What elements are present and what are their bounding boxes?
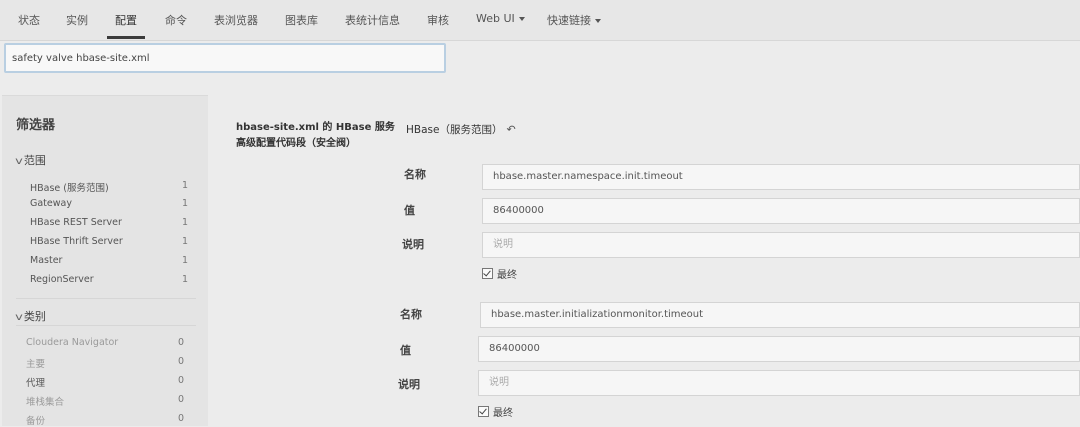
filter-item-count: 0 bbox=[177, 337, 184, 348]
checkbox-checked-icon bbox=[482, 268, 493, 279]
final-checkbox[interactable]: 最终 bbox=[478, 404, 513, 419]
filter-item-count: 0 bbox=[177, 356, 184, 367]
filter-item-cloudera-navigator[interactable]: Cloudera Navigator 0 bbox=[26, 337, 184, 348]
filter-item-label: HBase Thrift Server bbox=[30, 236, 123, 247]
filter-item-regionserver[interactable]: RegionServer 1 bbox=[30, 274, 188, 285]
chevron-down-icon: v bbox=[15, 312, 23, 323]
name-field[interactable]: hbase.master.namespace.init.timeout bbox=[482, 164, 1080, 190]
tab-table-statistics[interactable]: 表统计信息 bbox=[345, 12, 400, 32]
tab-status[interactable]: 状态 bbox=[18, 12, 40, 32]
tab-configuration[interactable]: 配置 bbox=[107, 12, 145, 39]
tab-commands[interactable]: 命令 bbox=[165, 12, 187, 32]
tab-audits[interactable]: 审核 bbox=[427, 12, 449, 32]
filter-group-label: 类别 bbox=[23, 310, 46, 323]
filter-item-label: RegionServer bbox=[30, 274, 94, 285]
final-label: 最终 bbox=[497, 270, 517, 281]
filter-item-count: 1 bbox=[181, 180, 188, 191]
filter-item-label: HBase REST Server bbox=[30, 217, 122, 228]
filter-item-proxy[interactable]: 代理 0 bbox=[26, 375, 184, 389]
filter-item-label: 备份 bbox=[26, 416, 46, 427]
filter-item-label: 主要 bbox=[26, 359, 46, 370]
value-field[interactable]: 86400000 bbox=[478, 336, 1080, 362]
filter-item-label: Master bbox=[30, 255, 63, 266]
name-label: 名称 bbox=[404, 168, 426, 181]
chevron-down-icon: v bbox=[15, 156, 23, 167]
value-label: 值 bbox=[404, 204, 415, 217]
config-property-title: hbase-site.xml 的 HBase 服务高级配置代码段（安全阀） bbox=[236, 122, 395, 149]
description-label: 说明 bbox=[398, 378, 420, 391]
filter-item-master[interactable]: Master 1 bbox=[30, 255, 188, 266]
filter-group-category[interactable]: v类别 bbox=[15, 308, 46, 324]
filter-group-scope[interactable]: v范围 bbox=[15, 152, 46, 168]
filter-item-label: 代理 bbox=[26, 378, 46, 389]
search-input[interactable] bbox=[4, 43, 446, 73]
filter-item-label: Gateway bbox=[30, 198, 72, 209]
value-label: 值 bbox=[400, 344, 411, 357]
filter-item-count: 1 bbox=[181, 236, 188, 247]
filter-item-hbase-service[interactable]: HBase (服务范围) 1 bbox=[30, 180, 188, 194]
description-label: 说明 bbox=[402, 238, 424, 251]
filter-item-label: 堆栈集合 bbox=[26, 397, 65, 408]
filter-item-count: 1 bbox=[181, 255, 188, 266]
filter-item-hbase-rest-server[interactable]: HBase REST Server 1 bbox=[30, 217, 188, 228]
description-field[interactable]: 说明 bbox=[478, 370, 1080, 396]
filter-item-count: 0 bbox=[177, 394, 184, 405]
filter-item-label: HBase (服务范围) bbox=[30, 183, 109, 194]
scope-label: HBase（服务范围） bbox=[406, 124, 503, 136]
filters-sidebar: 筛选器 v范围 HBase (服务范围) 1 Gateway 1 HBase RES… bbox=[2, 95, 208, 427]
tab-table-browser[interactable]: 表浏览器 bbox=[214, 12, 258, 32]
filter-item-count: 1 bbox=[181, 217, 188, 228]
filter-item-gateway[interactable]: Gateway 1 bbox=[30, 198, 188, 209]
tab-instances[interactable]: 实例 bbox=[66, 12, 88, 32]
filter-item-count: 1 bbox=[181, 198, 188, 209]
divider bbox=[16, 298, 196, 299]
chevron-down-icon bbox=[518, 17, 525, 21]
filter-item-count: 0 bbox=[177, 375, 184, 386]
divider bbox=[16, 325, 196, 326]
undo-icon[interactable]: ↶ bbox=[506, 123, 515, 136]
chevron-down-icon bbox=[595, 19, 601, 23]
filter-item-main[interactable]: 主要 0 bbox=[26, 356, 184, 370]
top-nav: 状态 实例 配置 命令 表浏览器 图表库 表统计信息 审核 Web UI 快速链… bbox=[0, 0, 1080, 41]
tab-charts-library[interactable]: 图表库 bbox=[285, 12, 318, 32]
final-label: 最终 bbox=[493, 408, 513, 419]
filter-group-label: 范围 bbox=[23, 154, 46, 167]
web-ui-label: Web UI bbox=[476, 12, 515, 25]
quick-links-label: 快速链接 bbox=[547, 14, 591, 27]
filter-item-label: Cloudera Navigator bbox=[26, 337, 119, 348]
name-field[interactable]: hbase.master.initializationmonitor.timeo… bbox=[480, 302, 1080, 328]
name-label: 名称 bbox=[400, 308, 422, 321]
filter-item-count: 0 bbox=[177, 413, 184, 424]
sidebar-title: 筛选器 bbox=[16, 118, 56, 133]
value-field[interactable]: 86400000 bbox=[482, 198, 1080, 224]
tab-web-ui[interactable]: Web UI bbox=[476, 12, 525, 32]
filter-item-hbase-thrift-server[interactable]: HBase Thrift Server 1 bbox=[30, 236, 188, 247]
filter-item-count: 1 bbox=[181, 274, 188, 285]
final-checkbox[interactable]: 最终 bbox=[482, 266, 517, 281]
filter-item-stack-collection[interactable]: 堆栈集合 0 bbox=[26, 394, 184, 408]
checkbox-checked-icon bbox=[478, 406, 489, 417]
tab-quick-links[interactable]: 快速链接 bbox=[547, 12, 601, 32]
scope-link[interactable]: HBase（服务范围） ↶ bbox=[406, 122, 516, 137]
description-field[interactable]: 说明 bbox=[482, 232, 1080, 258]
